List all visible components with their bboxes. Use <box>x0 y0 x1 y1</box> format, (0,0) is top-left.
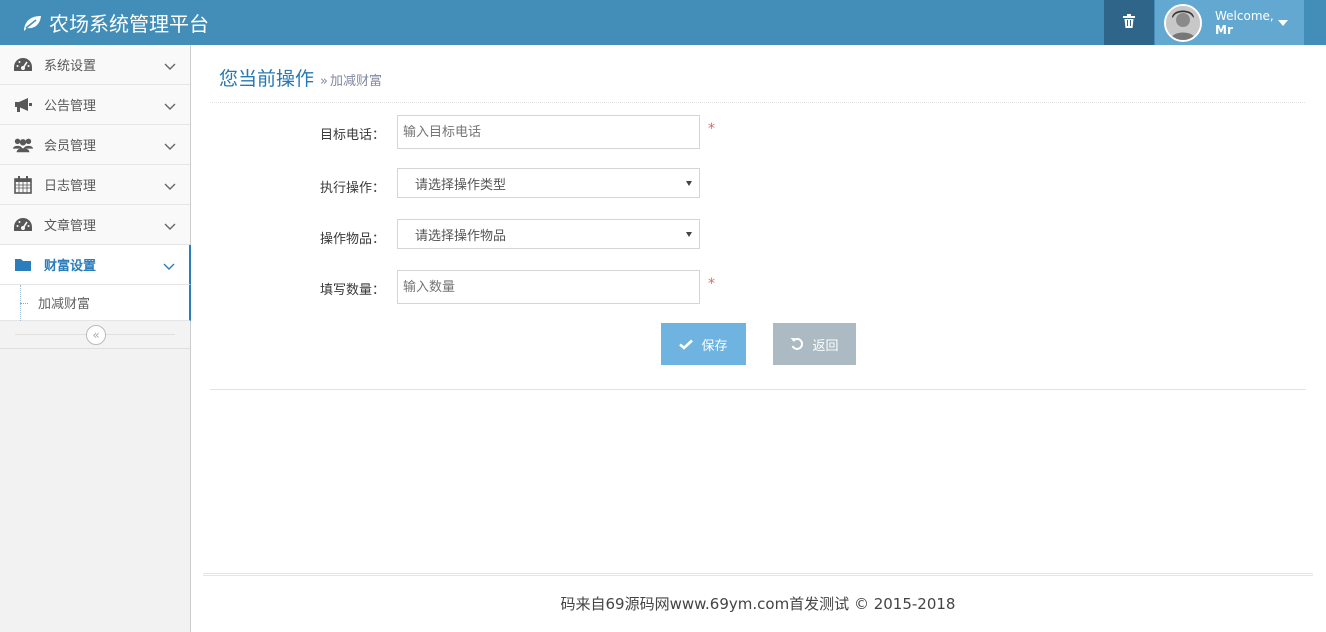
caret-down-icon <box>686 181 692 186</box>
dashboard-icon <box>13 217 33 233</box>
operation-select[interactable]: 请选择操作类型 <box>397 168 700 198</box>
back-button[interactable]: 返回 <box>773 323 856 365</box>
trash-icon <box>1123 13 1135 32</box>
item-selected: 请选择操作物品 <box>415 228 507 244</box>
phone-label: 目标电话： <box>319 128 385 143</box>
footer-copyright: 码来自69源码网www.69ym.com首发测试 © 2015-2018 <box>560 595 956 613</box>
sidebar-item-label: 日志管理 <box>44 179 97 194</box>
save-button[interactable]: 保存 <box>661 323 746 365</box>
users-icon <box>13 137 33 153</box>
footer-divider <box>203 573 1313 576</box>
chevron-down-icon <box>164 180 176 195</box>
brand-title: 农场系统管理平台 <box>49 12 209 36</box>
page-title: 您当前操作» 加减财富 <box>219 68 382 90</box>
quantity-label: 填写数量： <box>319 283 385 298</box>
item-select[interactable]: 请选择操作物品 <box>397 219 700 249</box>
sidebar-subitem-adjust-wealth[interactable]: 加减财富 <box>0 285 191 321</box>
chevron-down-icon <box>164 140 176 155</box>
phone-input[interactable] <box>397 115 700 149</box>
operation-label: 执行操作： <box>319 181 385 196</box>
avatar <box>1164 3 1202 42</box>
dashboard-icon <box>13 57 33 73</box>
double-chevron-right-icon: » <box>320 74 328 89</box>
sidebar-item-label: 系统设置 <box>44 59 97 74</box>
leaf-icon <box>22 14 42 32</box>
sidebar-item-logs[interactable]: 日志管理 <box>0 165 190 205</box>
chevron-down-icon <box>164 60 176 75</box>
calendar-icon <box>13 175 33 194</box>
page-header: 您当前操作» 加减财富 <box>210 47 1305 103</box>
sidebar-item-label: 会员管理 <box>44 139 97 154</box>
chevron-down-icon <box>164 100 176 115</box>
sidebar-item-system-settings[interactable]: 系统设置 <box>0 45 190 85</box>
undo-icon <box>790 337 804 351</box>
sidebar: 系统设置 公告管理 会员管理 日志管理 文章管理 财富设置 加减财富 « <box>0 45 191 632</box>
welcome-text: Welcome, Mr <box>1215 8 1274 37</box>
trash-button[interactable] <box>1104 0 1154 45</box>
sidebar-item-wealth-settings[interactable]: 财富设置 <box>0 245 191 285</box>
sidebar-item-label: 公告管理 <box>44 99 97 114</box>
sidebar-item-label: 文章管理 <box>44 219 97 234</box>
chevron-down-icon <box>164 220 176 235</box>
top-navbar: 农场系统管理平台 Welcome, Mr <box>0 0 1326 45</box>
sidebar-item-members[interactable]: 会员管理 <box>0 125 190 165</box>
sidebar-item-announcements[interactable]: 公告管理 <box>0 85 190 125</box>
sidebar-item-articles[interactable]: 文章管理 <box>0 205 190 245</box>
required-mark: * <box>708 121 715 137</box>
operation-selected: 请选择操作类型 <box>415 177 507 193</box>
quantity-input[interactable] <box>397 270 700 304</box>
form-row-quantity: 填写数量： * <box>210 270 1305 304</box>
form-row-operation: 执行操作： 请选择操作类型 <box>210 168 1305 198</box>
sidebar-item-label: 财富设置 <box>44 259 97 274</box>
required-mark: * <box>708 276 715 292</box>
form-row-phone: 目标电话： * <box>210 115 1305 149</box>
bullhorn-icon <box>13 97 33 113</box>
sidebar-collapse-bar: « <box>0 321 190 349</box>
form-row-item: 操作物品： 请选择操作物品 <box>210 219 1305 249</box>
form-divider <box>210 389 1306 390</box>
caret-down-icon <box>686 232 692 237</box>
check-icon <box>679 339 694 350</box>
item-label: 操作物品： <box>319 232 385 247</box>
brand[interactable]: 农场系统管理平台 <box>22 0 209 45</box>
user-menu[interactable]: Welcome, Mr <box>1155 0 1304 45</box>
breadcrumb: » 加减财富 <box>320 74 382 89</box>
folder-icon <box>13 257 33 272</box>
sidebar-subitem-label: 加减财富 <box>38 297 91 312</box>
user-name: Mr <box>1215 22 1233 37</box>
double-chevron-left-icon[interactable]: « <box>86 325 106 345</box>
caret-down-icon <box>1278 20 1288 26</box>
chevron-down-icon <box>163 260 175 275</box>
